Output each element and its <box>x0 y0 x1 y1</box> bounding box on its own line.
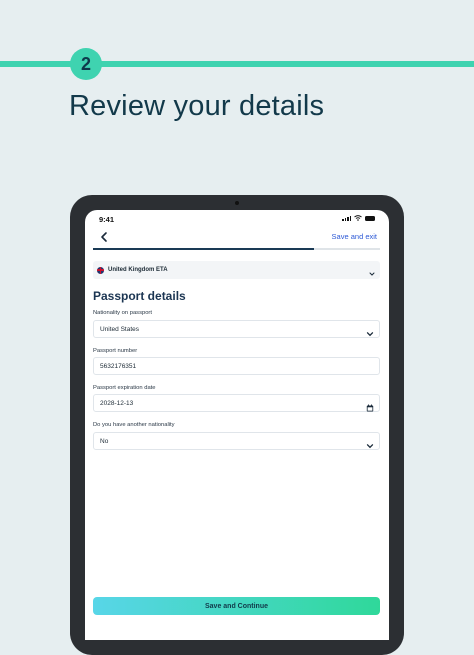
save-and-continue-button[interactable]: Save and Continue <box>93 597 380 615</box>
step-number-badge: 2 <box>70 48 102 80</box>
chevron-down-icon <box>366 325 374 337</box>
uk-flag-icon <box>97 266 104 274</box>
save-and-exit-link[interactable]: Save and exit <box>332 232 377 241</box>
wifi-icon <box>354 215 362 221</box>
another-nationality-select[interactable]: No <box>93 432 380 450</box>
expiration-date-input[interactable]: 2028-12-13 <box>93 394 380 412</box>
status-time: 9:41 <box>99 215 115 224</box>
expiration-date-value: 2028-12-13 <box>100 399 134 407</box>
page-headline: Review your details <box>69 90 325 122</box>
battery-icon <box>365 215 375 221</box>
camera-dot <box>235 201 239 205</box>
nationality-value: United States <box>100 325 140 333</box>
calendar-icon[interactable] <box>366 399 374 412</box>
passport-number-label: Passport number <box>93 348 138 354</box>
chevron-down-icon <box>366 437 374 449</box>
eta-selector[interactable]: United Kingdom ETA <box>93 261 380 279</box>
tablet-screen: 9:41 Save and exit United Kingdom ETA Pa… <box>85 210 389 640</box>
form-progress-bar <box>93 248 380 250</box>
passport-number-input[interactable]: 5632176351 <box>93 357 380 375</box>
eta-label: United Kingdom ETA <box>108 267 168 273</box>
passport-number-value: 5632176351 <box>100 362 137 370</box>
back-arrow-icon[interactable] <box>97 230 111 244</box>
nationality-select[interactable]: United States <box>93 320 380 338</box>
status-icons <box>342 215 375 221</box>
nationality-label: Nationality on passport <box>93 310 152 316</box>
form-progress-fill <box>93 248 314 250</box>
chevron-down-icon <box>368 265 376 276</box>
expiration-date-label: Passport expiration date <box>93 385 156 391</box>
signal-icon <box>342 215 351 221</box>
another-nationality-label: Do you have another nationality <box>93 422 175 428</box>
another-nationality-value: No <box>100 437 109 445</box>
section-title: Passport details <box>93 289 186 303</box>
